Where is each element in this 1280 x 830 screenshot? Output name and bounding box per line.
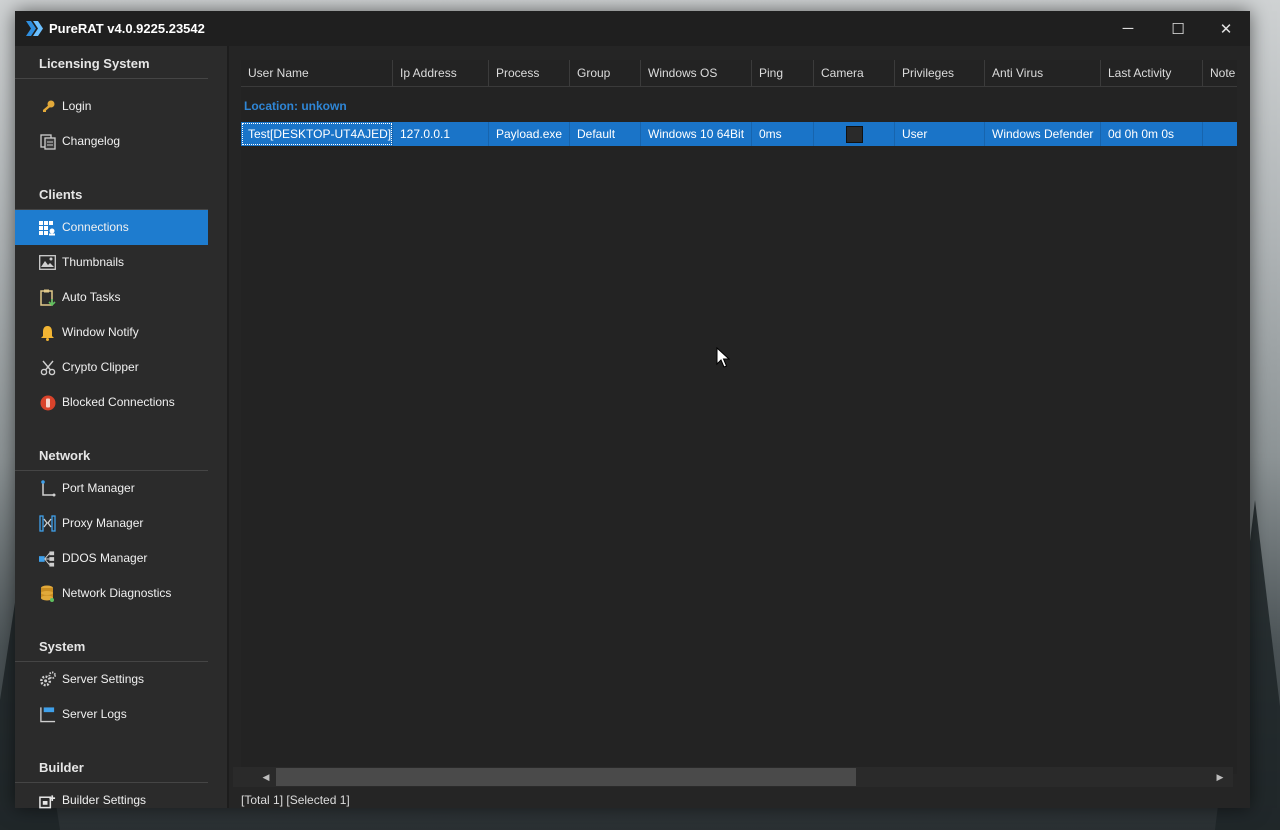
sidebar-item-label: DDOS Manager	[62, 551, 148, 565]
sidebar-item-label: Connections	[62, 220, 129, 234]
sidebar-item-label: Server Settings	[62, 672, 145, 686]
scroll-right-arrow-icon[interactable]: ▶	[1211, 767, 1229, 787]
sidebar-item-server-settings[interactable]: Server Settings	[15, 662, 208, 697]
horizontal-scrollbar[interactable]: ◀ ▶	[233, 767, 1233, 787]
sidebar-item-label: Network Diagnostics	[62, 586, 172, 600]
proxy-icon	[39, 515, 56, 532]
section-title-licensing-system: Licensing System	[39, 56, 150, 71]
minimize-icon: ─	[1122, 20, 1134, 37]
close-button[interactable]: ✕	[1202, 11, 1250, 46]
section-title-builder: Builder	[39, 760, 84, 775]
sidebar-item-label: Login	[62, 99, 92, 113]
key-icon	[39, 98, 56, 115]
maximize-button[interactable]: ☐	[1154, 11, 1202, 46]
sidebar-item-auto-tasks[interactable]: Auto Tasks	[15, 280, 208, 315]
sidebar-item-window-notify[interactable]: Window Notify	[15, 315, 208, 350]
column-header-process[interactable]: Process	[489, 60, 570, 86]
column-header-ip-address[interactable]: Ip Address	[393, 60, 489, 86]
column-header-user-name[interactable]: User Name	[241, 60, 393, 86]
sidebar-item-label: Auto Tasks	[62, 290, 121, 304]
connections-panel: User Name Ip Address Process Group Windo…	[229, 46, 1250, 808]
app-title: PureRAT v4.0.9225.23542	[49, 21, 205, 36]
section-title-clients: Clients	[39, 187, 83, 202]
cell-user-name[interactable]: Test[DESKTOP-UT4AJED]	[241, 122, 393, 146]
status-bar: [Total 1] [Selected 1]	[241, 793, 350, 807]
sidebar-item-builder-settings[interactable]: Builder Settings	[15, 783, 208, 818]
cell-last-activity[interactable]: 0d 0h 0m 0s	[1101, 122, 1203, 146]
clients-grid: User Name Ip Address Process Group Windo…	[241, 60, 1237, 774]
cell-ping[interactable]: 0ms	[752, 122, 814, 146]
sidebar-item-port-manager[interactable]: Port Manager	[15, 471, 208, 506]
log-icon	[39, 706, 56, 723]
section-title-system: System	[39, 639, 86, 654]
status-total: [Total 1]	[241, 793, 284, 807]
purerat-logo-icon	[26, 21, 43, 36]
column-header-note[interactable]: Note	[1203, 60, 1237, 86]
camera-preview-thumbnail	[846, 126, 863, 143]
changelog-icon	[39, 133, 56, 150]
sidebar-item-label: Crypto Clipper	[62, 360, 139, 374]
sidebar-item-thumbnails[interactable]: Thumbnails	[15, 245, 208, 280]
column-header-camera[interactable]: Camera	[814, 60, 895, 86]
mouse-cursor-icon	[716, 347, 730, 368]
database-icon	[39, 585, 56, 602]
minimize-button[interactable]: ─	[1104, 11, 1152, 46]
sidebar-item-login[interactable]: Login	[15, 89, 208, 124]
image-icon	[39, 254, 56, 271]
bell-icon	[39, 324, 56, 341]
maximize-icon: ☐	[1171, 20, 1185, 38]
group-header-location[interactable]: Location: unkown	[244, 99, 347, 113]
gear-icon	[39, 671, 56, 688]
port-icon	[39, 480, 56, 497]
sidebar: Licensing System Login Changelog Clients…	[15, 46, 227, 808]
sidebar-item-label: Window Notify	[62, 325, 139, 339]
cell-ip-address[interactable]: 127.0.0.1	[393, 122, 489, 146]
section-title-network: Network	[39, 448, 91, 463]
column-header-last-activity[interactable]: Last Activity	[1101, 60, 1203, 86]
builder-icon	[39, 792, 56, 809]
scissors-icon	[39, 359, 56, 376]
status-selected: [Selected 1]	[286, 793, 350, 807]
sidebar-item-label: Server Logs	[62, 707, 127, 721]
scrollbar-thumb[interactable]	[276, 768, 856, 786]
sidebar-item-ddos-manager[interactable]: DDOS Manager	[15, 541, 208, 576]
column-header-group[interactable]: Group	[570, 60, 641, 86]
cell-camera[interactable]	[814, 122, 895, 146]
sidebar-item-crypto-clipper[interactable]: Crypto Clipper	[15, 350, 208, 385]
sidebar-item-connections[interactable]: Connections	[15, 210, 208, 245]
sidebar-item-blocked-connections[interactable]: Blocked Connections	[15, 385, 208, 420]
sidebar-item-label: Builder Settings	[62, 793, 147, 807]
app-window: PureRAT v4.0.9225.23542 ─ ☐ ✕ Licensing …	[15, 11, 1250, 808]
clipboard-icon	[39, 289, 56, 306]
cell-privileges[interactable]: User	[895, 122, 985, 146]
sidebar-item-server-logs[interactable]: Server Logs	[15, 697, 208, 732]
grid-header-row: User Name Ip Address Process Group Windo…	[241, 60, 1237, 87]
column-header-anti-virus[interactable]: Anti Virus	[985, 60, 1101, 86]
sidebar-item-changelog[interactable]: Changelog	[15, 124, 208, 159]
connections-icon	[39, 219, 56, 236]
column-header-privileges[interactable]: Privileges	[895, 60, 985, 86]
close-icon: ✕	[1219, 20, 1233, 38]
table-row[interactable]: Test[DESKTOP-UT4AJED] 127.0.0.1 Payload.…	[241, 122, 1237, 146]
column-header-windows-os[interactable]: Windows OS	[641, 60, 752, 86]
cell-note[interactable]	[1203, 122, 1237, 146]
cell-group[interactable]: Default	[570, 122, 641, 146]
sidebar-item-label: Blocked Connections	[62, 395, 175, 409]
sidebar-item-proxy-manager[interactable]: Proxy Manager	[15, 506, 208, 541]
cell-process[interactable]: Payload.exe	[489, 122, 570, 146]
sidebar-item-label: Changelog	[62, 134, 121, 148]
blocked-icon	[39, 394, 56, 411]
cell-windows-os[interactable]: Windows 10 64Bit	[641, 122, 752, 146]
cell-anti-virus[interactable]: Windows Defender	[985, 122, 1101, 146]
ddos-icon	[39, 550, 56, 567]
sidebar-item-label: Port Manager	[62, 481, 135, 495]
column-header-ping[interactable]: Ping	[752, 60, 814, 86]
section-divider	[15, 78, 208, 79]
scroll-left-arrow-icon[interactable]: ◀	[257, 767, 275, 787]
sidebar-item-network-diagnostics[interactable]: Network Diagnostics	[15, 576, 208, 611]
title-bar[interactable]: PureRAT v4.0.9225.23542 ─ ☐ ✕	[15, 11, 1250, 46]
sidebar-item-label: Proxy Manager	[62, 516, 144, 530]
sidebar-item-label: Thumbnails	[62, 255, 125, 269]
